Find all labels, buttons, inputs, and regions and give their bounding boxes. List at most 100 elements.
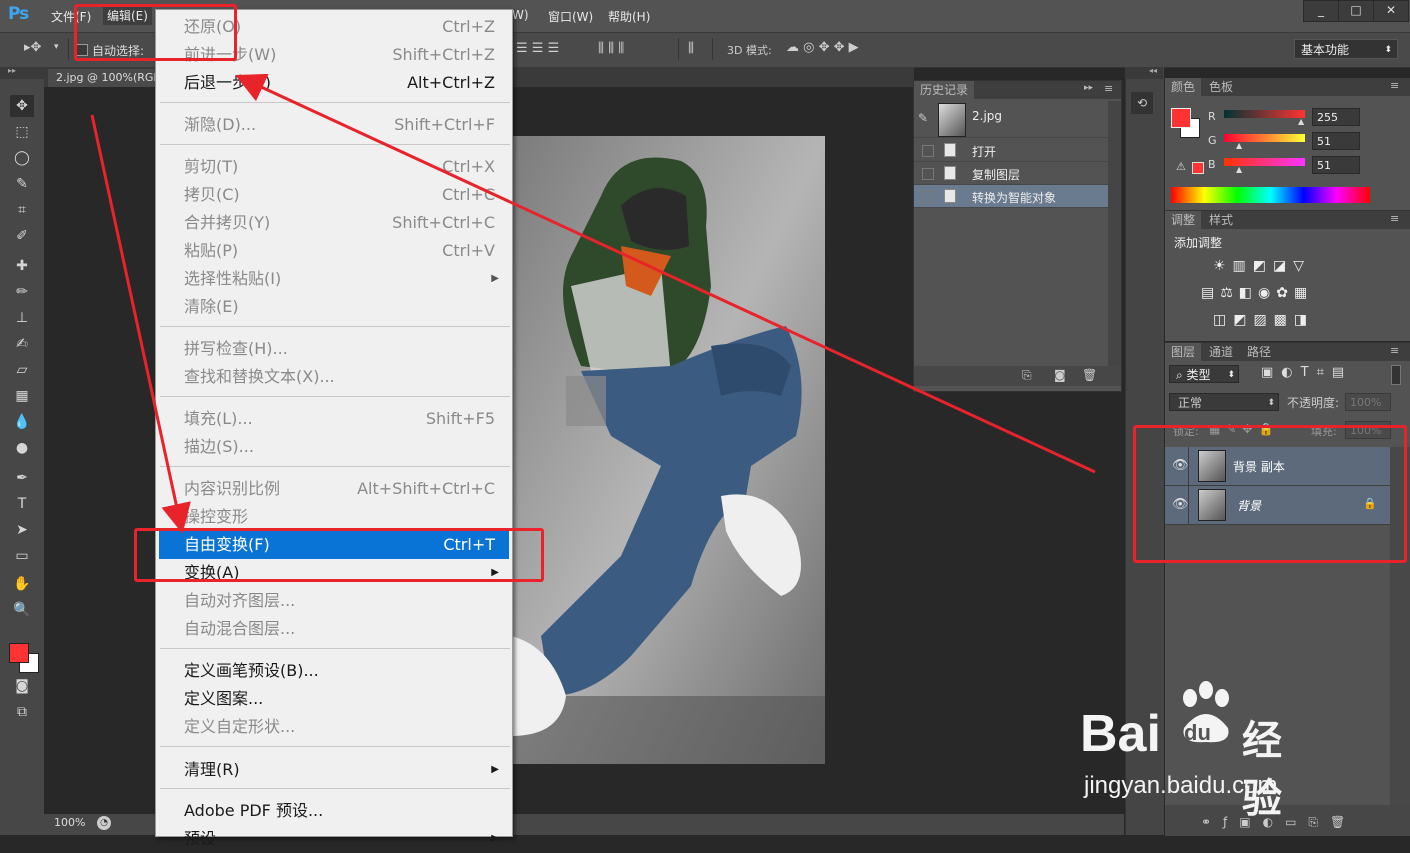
menu-view[interactable]: W) [512, 8, 529, 22]
menu-item-auto-blend-layers[interactable]: 自动混合图层... [159, 615, 509, 643]
dodge-tool-icon[interactable]: ● [10, 437, 34, 459]
menu-item-fade[interactable]: 渐隐(D)... Shift+Ctrl+F [159, 111, 509, 139]
tab-layers[interactable]: 图层 [1165, 343, 1202, 361]
eyedropper-tool-icon[interactable]: ✐ [10, 225, 34, 247]
workspace-select[interactable]: 基本功能 ⬍ [1294, 39, 1398, 59]
3d-tools-icons[interactable]: ☁ ◎ ✥ ✥ ▶ [786, 40, 859, 55]
distribute-icons[interactable]: ☰ ☰ ☰ [516, 41, 559, 56]
menu-item-define-pattern[interactable]: 定义图案... [159, 685, 509, 713]
menu-window[interactable]: 窗口(W) [548, 8, 593, 25]
g-value-input[interactable]: 51 [1312, 132, 1360, 150]
tab-paths[interactable]: 路径 [1241, 343, 1277, 361]
history-step[interactable]: 复制图层 [914, 162, 1108, 185]
move-tool-icon[interactable]: ✥ [10, 95, 34, 117]
gradient-tool-icon[interactable]: ▦ [10, 385, 34, 407]
history-brush-checkbox[interactable] [922, 191, 934, 203]
eraser-tool-icon[interactable]: ▱ [10, 359, 34, 381]
screen-mode-icon[interactable]: ⧉ [10, 701, 34, 723]
menu-help[interactable]: 帮助(H) [608, 8, 650, 25]
chevron-down-icon[interactable]: ▾ [54, 42, 59, 52]
adjustment-icons-row1[interactable]: ☀▥◩◪▽ [1213, 258, 1311, 274]
document-image[interactable] [511, 136, 825, 764]
tab-history[interactable]: 历史记录 [914, 81, 975, 99]
quick-mask-icon[interactable]: ◙ [10, 675, 34, 697]
menu-item-define-shape[interactable]: 定义自定形状... [159, 713, 509, 741]
document-tab[interactable]: 2.jpg @ 100%(RGB [48, 69, 169, 87]
menu-item-stroke[interactable]: 描边(S)... [159, 433, 509, 461]
history-brush-tool-icon[interactable]: ✍ [10, 333, 34, 355]
align-icons[interactable]: ⫼ ⫼ ⫼ [598, 41, 624, 56]
panel-menu-icon[interactable]: ≡ [1390, 212, 1399, 225]
tab-channels[interactable]: 通道 [1203, 343, 1239, 361]
new-document-icon[interactable]: ⎘ [1022, 368, 1032, 383]
brush-tool-icon[interactable]: ✏ [10, 281, 34, 303]
menu-item-presets[interactable]: 预设 ▶ [159, 825, 509, 853]
menu-item-step-backward[interactable]: 后退一步(K) Alt+Ctrl+Z [159, 69, 509, 97]
foreground-color-chip[interactable] [1171, 108, 1191, 128]
gamut-color-chip[interactable] [1192, 162, 1204, 174]
lasso-tool-icon[interactable]: ◯ [10, 147, 34, 169]
minimize-button[interactable]: _ [1303, 0, 1339, 22]
path-select-tool-icon[interactable]: ➤ [10, 519, 34, 541]
history-dock-icon[interactable]: ⟲ [1131, 92, 1153, 114]
color-spectrum[interactable] [1171, 187, 1370, 203]
zoom-tool-icon[interactable]: 🔍 [10, 599, 34, 621]
r-slider-handle[interactable]: ▲ [1298, 117, 1304, 126]
menu-item-paste[interactable]: 粘贴(P) Ctrl+V [159, 237, 509, 265]
maximize-button[interactable]: □ [1338, 0, 1374, 22]
menu-item-adobe-pdf-presets[interactable]: Adobe PDF 预设... [159, 797, 509, 825]
tab-styles[interactable]: 样式 [1203, 211, 1239, 229]
history-brush-checkbox[interactable] [922, 168, 934, 180]
menu-item-auto-align-layers[interactable]: 自动对齐图层... [159, 587, 509, 615]
status-info-icon[interactable]: ◔ [97, 816, 111, 830]
close-button[interactable]: ✕ [1373, 0, 1409, 22]
b-slider-handle[interactable]: ▲ [1236, 165, 1242, 174]
menu-item-content-aware-scale[interactable]: 内容识别比例 Alt+Shift+Ctrl+C [159, 475, 509, 503]
tab-swatches[interactable]: 色板 [1203, 78, 1239, 96]
foreground-color-swatch-top[interactable] [9, 643, 29, 663]
layer-filter-icons[interactable]: ▣◐T⌗▤ [1261, 365, 1352, 380]
scrollbar[interactable] [1108, 101, 1121, 366]
auto-align-icon[interactable]: ⫼ [688, 41, 694, 56]
filter-toggle[interactable] [1391, 365, 1401, 385]
blend-mode-select[interactable]: 正常 ⬍ [1169, 393, 1279, 411]
camera-icon[interactable]: ◙ [1054, 368, 1066, 382]
history-brush-source-icon[interactable]: ✎ [918, 111, 928, 125]
b-value-input[interactable]: 51 [1312, 156, 1360, 174]
history-step[interactable]: 打开 [914, 139, 1108, 162]
marquee-tool-icon[interactable]: ⬚ [10, 121, 34, 143]
healing-tool-icon[interactable]: ✚ [10, 255, 34, 277]
panel-menu-icon[interactable]: ≡ [1390, 79, 1399, 92]
stamp-tool-icon[interactable]: ⊥ [10, 307, 34, 329]
crop-tool-icon[interactable]: ⌗ [10, 199, 34, 221]
quick-select-tool-icon[interactable]: ✎ [10, 173, 34, 195]
menu-item-fill[interactable]: 填充(L)... Shift+F5 [159, 405, 509, 433]
shape-tool-icon[interactable]: ▭ [10, 545, 34, 567]
menu-item-find-replace[interactable]: 查找和替换文本(X)... [159, 363, 509, 391]
r-slider[interactable] [1224, 110, 1305, 118]
menu-item-purge[interactable]: 清理(R) ▶ [159, 756, 509, 784]
zoom-level[interactable]: 100% [54, 816, 85, 829]
opacity-input[interactable]: 100% [1345, 393, 1391, 411]
menu-item-copy-merged[interactable]: 合并拷贝(Y) Shift+Ctrl+C [159, 209, 509, 237]
g-slider-handle[interactable]: ▲ [1236, 141, 1242, 150]
move-tool-icon[interactable]: ▸✥ [24, 40, 41, 55]
panel-menu-icon[interactable]: ≡ [1104, 82, 1113, 95]
history-step-active[interactable]: 转换为智能对象 [914, 185, 1108, 208]
menu-item-cut[interactable]: 剪切(T) Ctrl+X [159, 153, 509, 181]
tab-adjustments[interactable]: 调整 [1165, 211, 1202, 229]
adjustment-icons-row2[interactable]: ▤⚖◧◉✿▦ [1201, 285, 1313, 301]
layer-filter-select[interactable]: ⌕ 类型 ⬍ [1169, 365, 1239, 383]
menu-item-spell-check[interactable]: 拼写检查(H)... [159, 335, 509, 363]
history-brush-checkbox[interactable] [922, 145, 934, 157]
menu-item-paste-special[interactable]: 选择性粘贴(I) ▶ [159, 265, 509, 293]
adjustment-icons-row3[interactable]: ◫◩▨▩◨ [1213, 312, 1314, 328]
menu-item-define-brush[interactable]: 定义画笔预设(B)... [159, 657, 509, 685]
menu-item-puppet-warp[interactable]: 操控变形 [159, 503, 509, 531]
menu-item-copy[interactable]: 拷贝(C) Ctrl+C [159, 181, 509, 209]
hand-tool-icon[interactable]: ✋ [10, 573, 34, 595]
history-snapshot[interactable]: ✎ 2.jpg [914, 101, 1108, 138]
type-tool-icon[interactable]: T [10, 493, 34, 515]
trash-icon[interactable]: 🗑 [1082, 368, 1097, 382]
r-value-input[interactable]: 255 [1312, 108, 1360, 126]
